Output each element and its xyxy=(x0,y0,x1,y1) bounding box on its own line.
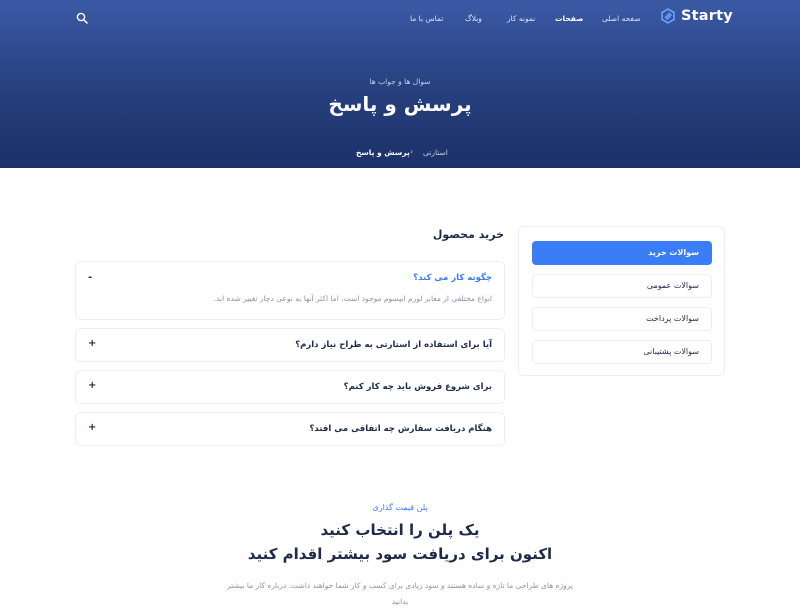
logo-icon xyxy=(661,8,675,24)
breadcrumb-separator: › xyxy=(410,147,414,156)
logo-text: Starty xyxy=(681,8,733,24)
pricing-description: پروژه های طراحی ما تازه و ساده هستند و س… xyxy=(227,581,573,606)
nav-item-pages[interactable]: صفحات xyxy=(555,14,583,23)
nav-item-contact[interactable]: تماس با ما xyxy=(410,14,443,23)
faq-question[interactable]: برای شروع فروش باید چه کار کنم؟ xyxy=(344,382,492,392)
site-logo[interactable]: Starty xyxy=(660,8,733,24)
sidebar-item-payment-questions[interactable]: سوالات پرداخت xyxy=(532,307,712,331)
breadcrumb: پرسش و پاسخ › استارتی xyxy=(340,147,460,160)
faq-expand-icon[interactable]: + xyxy=(88,422,96,433)
faq-item[interactable]: آیا برای استفاده از استارتی به طراح نیاز… xyxy=(75,328,505,362)
faq-answer: انواع مختلفی از معابر لورم ایپسوم موجود … xyxy=(213,294,492,303)
faq-item[interactable]: برای شروع فروش باید چه کار کنم؟ + xyxy=(75,370,505,404)
faq-item[interactable]: چگونه کار می کند؟ - انواع مختلفی از معاب… xyxy=(75,261,505,320)
faq-category-sidebar: سوالات خرید سوالات عمومی سوالات پرداخت س… xyxy=(518,226,725,376)
pricing-heading-line1: یک پلن را انتخاب کنید xyxy=(320,521,480,539)
sidebar-item-general-questions[interactable]: سوالات عمومی xyxy=(532,274,712,298)
faq-item[interactable]: هنگام دریافت سفارش چه اتفاقی می افتد؟ + xyxy=(75,412,505,446)
pricing-heading-line2: اکنون برای دریافت سود بیشتر اقدام کنید xyxy=(247,545,553,563)
page-title: پرسش و پاسخ xyxy=(328,92,472,116)
faq-expand-icon[interactable]: + xyxy=(88,338,96,349)
faq-question[interactable]: چگونه کار می کند؟ xyxy=(413,273,492,283)
hero-header: Starty صفحه اصلی صفحات نمونه کار وبلاگ ت… xyxy=(0,0,800,168)
pricing-kicker: پلن قیمت گذاری xyxy=(372,503,428,512)
nav-item-blog[interactable]: وبلاگ xyxy=(465,14,482,23)
nav-item-portfolio[interactable]: نمونه کار xyxy=(507,14,535,23)
nav-item-home[interactable]: صفحه اصلی xyxy=(602,14,641,23)
faq-collapse-icon[interactable]: - xyxy=(88,272,92,283)
faq-expand-icon[interactable]: + xyxy=(88,380,96,391)
sidebar-item-purchase-questions[interactable]: سوالات خرید xyxy=(532,241,712,265)
faq-question[interactable]: هنگام دریافت سفارش چه اتفاقی می افتد؟ xyxy=(310,424,493,434)
faq-question[interactable]: آیا برای استفاده از استارتی به طراح نیاز… xyxy=(295,340,492,350)
faq-section-title: خرید محصول xyxy=(432,228,504,241)
hero-subtitle: سوال ها و جواب ها xyxy=(369,77,431,86)
breadcrumb-home-link[interactable]: استارتی xyxy=(423,148,448,157)
main-nav: صفحه اصلی صفحات نمونه کار وبلاگ تماس با … xyxy=(400,14,641,28)
sidebar-item-support-questions[interactable]: سوالات پشتیبانی xyxy=(532,340,712,364)
breadcrumb-current: پرسش و پاسخ xyxy=(356,148,410,157)
search-icon[interactable] xyxy=(76,12,88,24)
